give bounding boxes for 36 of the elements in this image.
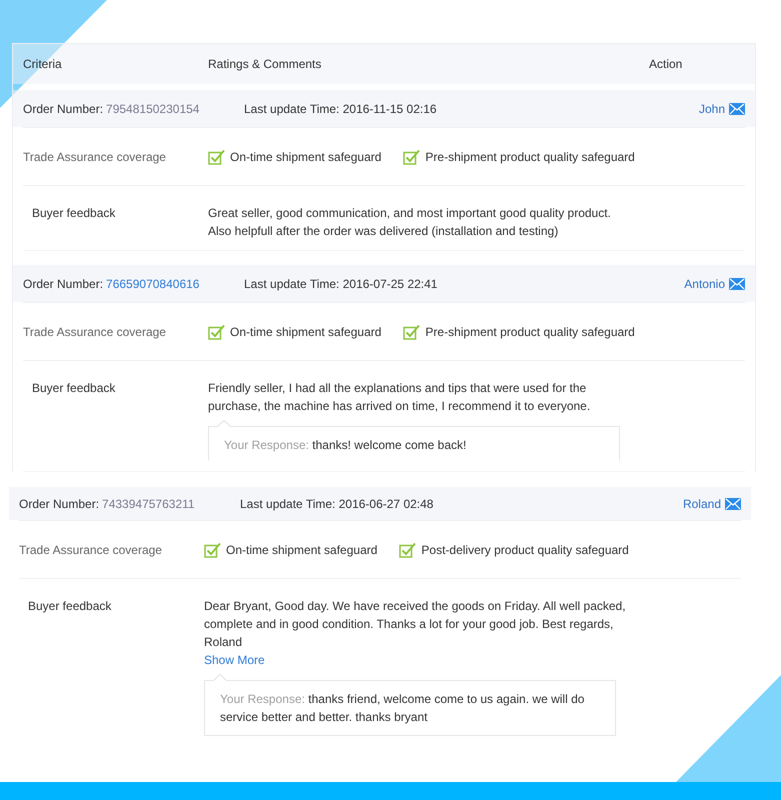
- safeguard-label: Pre-shipment product quality safeguard: [425, 148, 635, 166]
- buyer-link[interactable]: John: [698, 100, 745, 118]
- buyer-link[interactable]: Roland: [682, 494, 741, 512]
- column-header: Ratings & Comments: [208, 56, 322, 73]
- show-more-link[interactable]: Show More: [204, 651, 265, 669]
- safeguard-label: On-time shipment safeguard: [226, 542, 378, 558]
- update-time: Last update Time: 2016-11-15 02:16: [244, 100, 438, 118]
- feedback-text: Friendly seller, I had all the explanations and tips that were used for the purchase, the machine has arrived on time, I recommend it to everyone.: [208, 380, 592, 415]
- order-number-link[interactable]: 79548150230154: [106, 100, 200, 118]
- safeguard-label: Post-delivery product quality safeguard: [421, 542, 629, 558]
- coverage-label: Trade Assurance coverage: [19, 542, 163, 558]
- order-number-label: Order Number:: [23, 100, 104, 118]
- envelope-icon: [729, 278, 745, 290]
- update-time: Last update Time: 2016-07-25 22:41: [244, 276, 438, 292]
- feedback-label: Buyer feedback: [31, 205, 116, 222]
- envelope-icon: [725, 498, 741, 510]
- response-text: Your Response: thanks! welcome come back!: [224, 437, 468, 454]
- feedback-label: Buyer feedback: [27, 598, 112, 615]
- coverage-label: Trade Assurance coverage: [23, 148, 167, 166]
- order-number-link[interactable]: 74339475763211: [102, 494, 195, 512]
- coverage-label: Trade Assurance coverage: [23, 324, 167, 340]
- update-time: Last update Time: 2016-06-27 02:48: [240, 496, 434, 512]
- safeguard-label: On-time shipment safeguard: [230, 148, 382, 166]
- order-number-label: Order Number:: [23, 276, 104, 292]
- feedback-text: Great seller, good communication, and most important good quality product. Also helpfull after the order was delivered (installation and testing): [208, 205, 611, 240]
- safeguard-label: On-time shipment safeguard: [230, 324, 382, 340]
- safeguard-label: Pre-shipment product quality safeguard: [425, 324, 635, 340]
- feedback-text: Dear Bryant, Good day. We have received the goods on Friday. All well packed, complete and in good condition. Thanks a lot for your good job. Best regards, Roland: [204, 598, 626, 651]
- envelope-icon: [729, 102, 745, 114]
- buyer-link[interactable]: Antonio: [684, 274, 745, 292]
- order-number-label: Order Number:: [19, 496, 100, 512]
- column-header: Action: [649, 56, 684, 73]
- response-text: Your Response: thanks friend, welcome come to us again. we will do service better and better. thanks bryant: [220, 691, 586, 726]
- order-number-link[interactable]: 76659070840616: [106, 274, 200, 292]
- column-header: Criteria: [23, 56, 63, 73]
- feedback-label: Buyer feedback: [31, 380, 116, 397]
